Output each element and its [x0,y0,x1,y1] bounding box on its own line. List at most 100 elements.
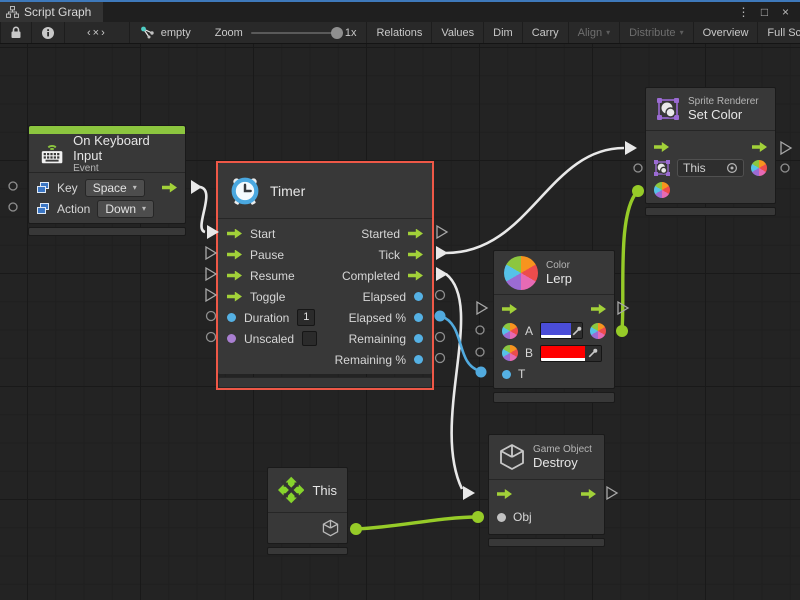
port-start[interactable]: Start [218,223,325,244]
color-output-port[interactable] [751,160,767,176]
outer-port-circle[interactable] [207,333,216,342]
port-duration[interactable]: Duration1 [218,307,325,328]
outer-port-circle[interactable] [476,348,484,356]
node-set-color[interactable]: Sprite Renderer Set Color [645,87,776,216]
info-button[interactable] [32,22,65,43]
toolbar-button-values[interactable]: Values [432,22,484,43]
flow-output-port[interactable] [752,142,767,152]
lock-button[interactable] [0,22,32,43]
wire-end-dot-green[interactable] [350,523,362,535]
result-output-port[interactable] [590,323,606,339]
window-close-icon[interactable]: × [777,5,794,19]
port-pause[interactable]: Pause [218,244,325,265]
toolbar-button-relations[interactable]: Relations [366,22,432,43]
port-elapsed-pct[interactable]: Elapsed % [325,307,432,328]
outer-port-circle[interactable] [634,164,642,172]
flow-output-port[interactable] [591,304,606,314]
unscaled-checkbox[interactable] [302,331,317,346]
outer-port-triangle[interactable] [477,302,487,314]
outer-port-triangle-filled[interactable] [191,180,202,194]
node-subtitle: Sprite Renderer [688,96,759,107]
wire-completed-to-destroy[interactable] [446,274,462,489]
node-color-lerp[interactable]: Color Lerp A [493,250,615,403]
flow-ports-row [494,299,614,319]
outer-port-circle[interactable] [436,333,445,342]
color-b-port[interactable] [502,345,518,361]
window-menu-icon[interactable]: ⋮ [735,5,752,19]
tab-script-graph[interactable]: Script Graph [0,2,103,22]
node-destroy[interactable]: Game Object Destroy Obj [488,434,605,547]
toolbar-button-carry[interactable]: Carry [523,22,569,43]
obj-input-port[interactable] [497,513,506,522]
wire-keyboard-to-timer-start[interactable] [200,187,206,232]
flow-input-port[interactable] [497,489,512,499]
window-maximize-icon[interactable]: □ [756,5,773,19]
graph-breadcrumb[interactable]: empty [130,22,205,43]
outer-port-circle[interactable] [781,164,789,172]
port-resume[interactable]: Resume [218,265,325,286]
outer-port-circle[interactable] [207,312,216,321]
outer-port-triangle-filled[interactable] [436,267,448,281]
duration-value-field[interactable]: 1 [297,309,315,326]
outer-port-triangle[interactable] [437,226,447,238]
outer-port-triangle[interactable] [618,302,628,314]
outer-port-triangle[interactable] [206,289,216,301]
toolbar-button-overview[interactable]: Overview [694,22,759,43]
wire-end-dot-green[interactable] [472,511,484,523]
color-a-port[interactable] [502,323,518,339]
action-dropdown[interactable]: Down ▾ [97,200,154,218]
port-elapsed[interactable]: Elapsed [325,286,432,307]
flow-input-port[interactable] [502,304,517,314]
flow-input-port[interactable] [654,142,669,152]
game-object-output-port[interactable] [322,519,339,537]
color-b-swatch[interactable] [541,346,585,361]
outer-port-dot-blue[interactable] [435,311,446,322]
color-a-swatch[interactable] [541,323,571,338]
node-on-keyboard-input[interactable]: On Keyboard Input Event Key Space ▾ [28,125,186,236]
wire-end-dot-green[interactable] [616,325,628,337]
color-b-field[interactable] [540,345,602,362]
outer-port-circle[interactable] [476,326,484,334]
node-title: On Keyboard Input [73,133,175,163]
outer-port-triangle[interactable] [206,268,216,280]
code-preview-button[interactable]: ‹×› [65,22,130,43]
t-input-port[interactable] [502,370,511,379]
port-tick[interactable]: Tick [325,244,432,265]
color-a-field[interactable] [540,322,583,339]
outer-port-circle[interactable] [436,291,445,300]
outer-port-triangle-filled[interactable] [436,246,448,260]
wire-elapsedpct-to-t[interactable] [441,316,480,371]
toolbar-button-fullscreen[interactable]: Full Screen [758,22,800,43]
target-object-field[interactable]: This [677,159,744,177]
trigger-output-port[interactable] [162,183,177,193]
zoom-slider[interactable] [251,32,337,34]
color-input-port[interactable] [654,182,670,198]
node-timer-selected[interactable]: Timer Start Started Pause Tick Resume Co… [216,161,434,390]
outer-port-circle[interactable] [9,203,17,211]
port-started[interactable]: Started [325,223,432,244]
wire-tick-to-setcolor[interactable] [446,148,624,253]
port-remaining-pct[interactable]: Remaining % [325,349,432,370]
port-toggle[interactable]: Toggle [218,286,325,307]
wire-lerp-to-setcolor-color[interactable] [622,192,637,330]
eyedropper-button[interactable] [571,323,582,338]
outer-port-triangle[interactable] [206,247,216,259]
eyedropper-button[interactable] [585,346,601,361]
wire-end-dot-blue[interactable] [476,367,487,378]
graph-canvas[interactable]: On Keyboard Input Event Key Space ▾ [0,44,800,600]
port-completed[interactable]: Completed [325,265,432,286]
node-this[interactable]: This [267,467,348,555]
toolbar-button-dim[interactable]: Dim [484,22,523,43]
flow-output-port[interactable] [581,489,596,499]
port-remaining[interactable]: Remaining [325,328,432,349]
wire-end-dot-green[interactable] [632,185,644,197]
wire-this-to-obj[interactable] [356,517,477,529]
object-picker-icon[interactable] [726,162,738,174]
zoom-slider-handle[interactable] [331,27,343,39]
port-unscaled[interactable]: Unscaled [218,328,325,349]
outer-port-triangle[interactable] [607,487,617,499]
key-dropdown[interactable]: Space ▾ [85,179,145,197]
outer-port-circle[interactable] [9,182,17,190]
outer-port-triangle[interactable] [781,142,791,154]
outer-port-circle[interactable] [436,354,445,363]
